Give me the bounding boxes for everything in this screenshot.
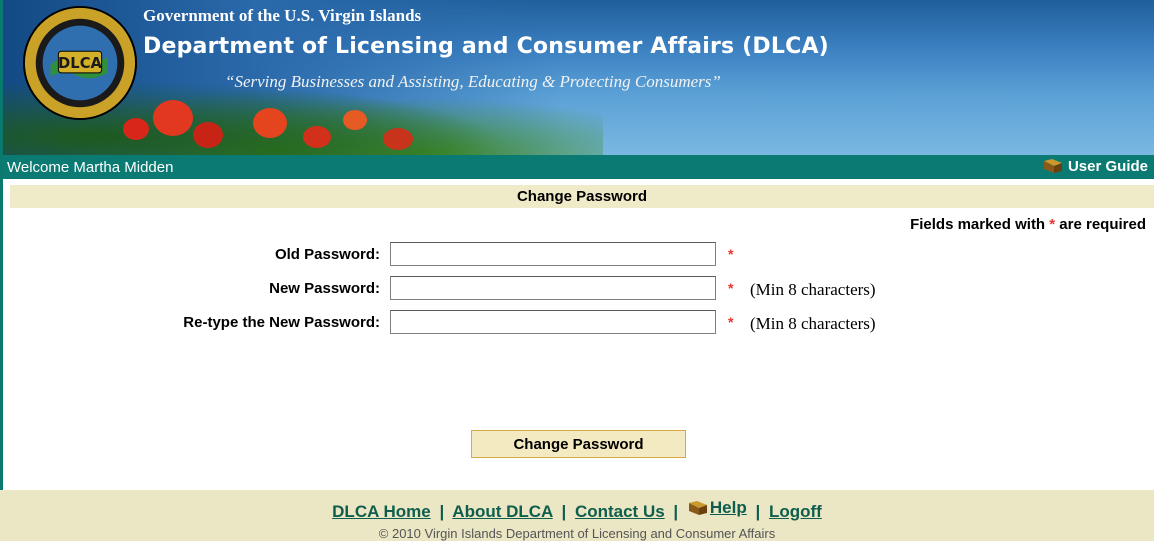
retype-password-row: Re-type the New Password: * (Min 8 chara… bbox=[0, 310, 1154, 338]
department-title: Department of Licensing and Consumer Aff… bbox=[143, 34, 829, 59]
separator: | bbox=[561, 502, 567, 521]
required-star: * bbox=[728, 314, 734, 330]
footer-link-help-label[interactable]: Help bbox=[710, 498, 747, 518]
new-password-row: New Password: * (Min 8 characters) bbox=[0, 276, 1154, 304]
copyright: © 2010 Virgin Islands Department of Lice… bbox=[378, 526, 776, 541]
separator: | bbox=[755, 502, 761, 521]
new-password-label: New Password: bbox=[269, 280, 380, 297]
book-icon bbox=[1043, 159, 1062, 173]
retype-password-input[interactable] bbox=[390, 310, 716, 334]
old-password-input[interactable] bbox=[390, 242, 716, 266]
old-password-row: Old Password: * bbox=[0, 242, 1154, 270]
page: DLCA Government of the U.S. Virgin Islan… bbox=[0, 0, 1154, 541]
user-guide-link[interactable]: User Guide bbox=[1042, 157, 1148, 175]
footer-link-contact-us[interactable]: Contact Us bbox=[575, 502, 665, 521]
tagline: “Serving Businesses and Assisting, Educa… bbox=[225, 72, 721, 91]
retype-password-label: Re-type the New Password: bbox=[183, 314, 380, 331]
page-title: Change Password bbox=[516, 188, 648, 205]
retype-password-hint: (Min 8 characters) bbox=[750, 314, 876, 333]
footer-link-help[interactable]: Help bbox=[687, 498, 747, 518]
required-fields-note: Fields marked with * are required bbox=[910, 216, 1146, 233]
welcome-text: Welcome Martha Midden bbox=[7, 159, 174, 176]
required-star: * bbox=[728, 246, 734, 262]
footer-link-dlca-home[interactable]: DLCA Home bbox=[332, 502, 431, 521]
separator: | bbox=[673, 502, 679, 521]
page-title-bar: Change Password bbox=[10, 185, 1154, 208]
dlca-seal-logo: DLCA bbox=[22, 5, 138, 121]
footer-nav: DLCA Home | About DLCA | Contact Us | He… bbox=[0, 498, 1154, 522]
svg-text:DLCA: DLCA bbox=[58, 55, 102, 72]
welcome-bar: Welcome Martha Midden User Guide bbox=[3, 155, 1154, 179]
user-guide-label: User Guide bbox=[1067, 157, 1148, 175]
separator: | bbox=[439, 502, 445, 521]
footer: DLCA Home | About DLCA | Contact Us | He… bbox=[0, 490, 1154, 541]
government-title: Government of the U.S. Virgin Islands bbox=[143, 6, 422, 25]
new-password-hint: (Min 8 characters) bbox=[750, 280, 876, 299]
footer-link-about-dlca[interactable]: About DLCA bbox=[452, 502, 552, 521]
required-star: * bbox=[728, 280, 734, 296]
footer-link-logoff[interactable]: Logoff bbox=[769, 502, 822, 521]
book-icon bbox=[688, 501, 707, 515]
change-password-button[interactable]: Change Password bbox=[471, 430, 686, 458]
old-password-label: Old Password: bbox=[274, 246, 380, 263]
new-password-input[interactable] bbox=[390, 276, 716, 300]
header-banner: DLCA Government of the U.S. Virgin Islan… bbox=[3, 0, 1154, 155]
